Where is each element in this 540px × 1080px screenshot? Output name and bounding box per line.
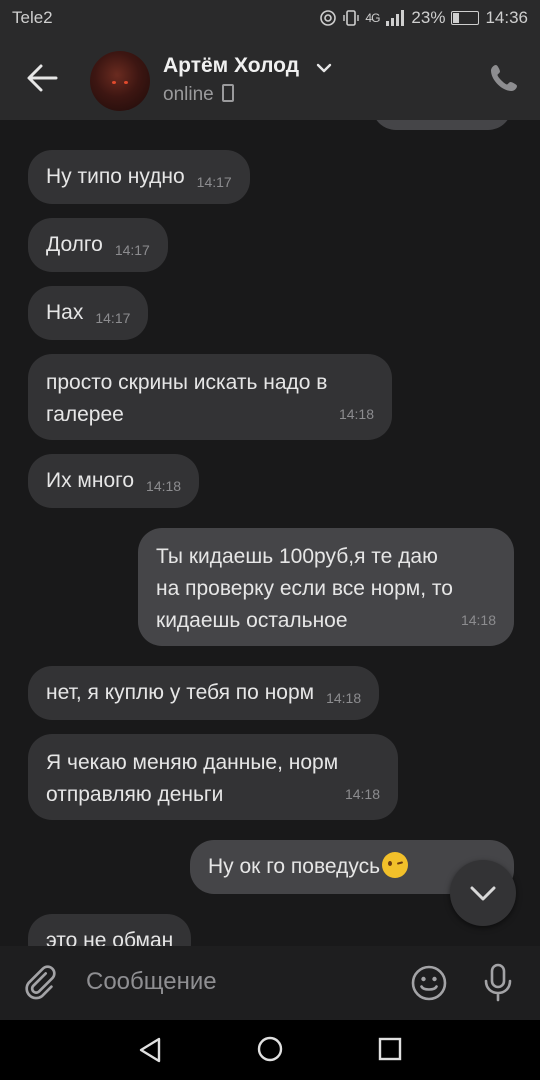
message-text-line: Ты кидаешь 100руб,я те даю [156, 545, 438, 568]
message-time: 14:18 [338, 406, 374, 422]
message-time: 14:18 [146, 478, 182, 494]
network-type-label: 4G [365, 11, 380, 25]
message-bubble[interactable]: Нах 14:17 [28, 286, 149, 340]
message-list[interactable]: Ну типо нудно 14:17 Долго 14:17 Нах 14:17 п… [0, 120, 540, 946]
message-bubble[interactable]: Ты кидаешь 100руб,я те даю на проверку е… [138, 528, 514, 646]
message-text-line: галерее [46, 403, 124, 426]
message-bubble[interactable]: Ну типо нудно 14:17 [28, 150, 250, 204]
nfc-icon [320, 10, 337, 26]
message-text-line: на проверку если все норм, то [156, 577, 453, 600]
message-bubble[interactable]: Их много 14:18 [28, 454, 200, 508]
vibrate-icon [343, 10, 360, 26]
signal-icon [386, 10, 405, 26]
message-text-line: просто скрины искать надо в [46, 371, 328, 394]
message-time: 14:18 [344, 786, 380, 802]
message-text: Нах [46, 301, 84, 324]
chevron-down-icon [470, 886, 496, 901]
message-bubble-partial[interactable] [372, 120, 512, 130]
message-text: нет, я куплю у тебя по норм [46, 681, 315, 704]
message-bubble[interactable]: это не обман [28, 914, 192, 946]
message-input[interactable] [86, 964, 386, 1000]
message-bubble[interactable]: Долго 14:17 [28, 218, 168, 272]
message-time: 14:17 [95, 310, 131, 326]
message-time: 14:17 [196, 174, 232, 190]
back-arrow-icon[interactable] [22, 58, 62, 98]
message-composer [0, 946, 540, 1020]
avatar[interactable] [90, 51, 150, 111]
microphone-icon[interactable] [482, 962, 514, 1002]
message-text-line: кидаешь остальное [156, 609, 348, 632]
message-text: Ну типо нудно [46, 165, 185, 188]
chevron-down-icon[interactable] [316, 62, 332, 74]
message-text: Их много [46, 469, 135, 492]
message-time: 14:18 [326, 690, 362, 706]
contact-status: online [163, 84, 234, 106]
mobile-device-icon [221, 84, 234, 102]
status-bar: Tele2 4G 23% 14:36 [0, 0, 540, 38]
clock: 14:36 [485, 8, 528, 27]
scroll-to-bottom-button[interactable] [450, 860, 516, 926]
message-time: 14:17 [114, 242, 150, 258]
message-text-line: Я чекаю меняю данные, норм [46, 751, 339, 774]
chat-header: Артём Холод online [0, 38, 540, 120]
nav-recents-icon[interactable] [378, 1037, 402, 1061]
carrier-label: Tele2 [12, 8, 53, 27]
message-text: Долго [46, 233, 103, 256]
phone-call-icon[interactable] [488, 62, 520, 94]
message-time: 14:18 [460, 612, 496, 628]
message-text-line: отправляю деньги [46, 783, 224, 806]
nav-home-icon[interactable] [257, 1036, 283, 1062]
message-bubble[interactable]: просто скрины искать надо в галерее 14:1… [28, 354, 392, 440]
battery-icon [451, 11, 480, 25]
contact-name[interactable]: Артём Холод [163, 54, 299, 78]
message-text: Ну ок го поведусь [208, 855, 381, 878]
battery-percent: 23% [411, 8, 446, 27]
message-bubble[interactable]: Я чекаю меняю данные, норм отправляю ден… [28, 734, 398, 820]
wink-emoji-icon [382, 852, 409, 878]
attachment-icon[interactable] [24, 964, 60, 1002]
emoji-sticker-icon[interactable] [410, 964, 448, 1002]
status-icons: 4G 23% 14:36 [319, 8, 528, 28]
system-navigation-bar [0, 1020, 540, 1080]
message-text: это не обман [46, 929, 174, 946]
nav-back-icon[interactable] [138, 1037, 162, 1063]
message-bubble[interactable]: нет, я куплю у тебя по норм 14:18 [28, 666, 380, 720]
